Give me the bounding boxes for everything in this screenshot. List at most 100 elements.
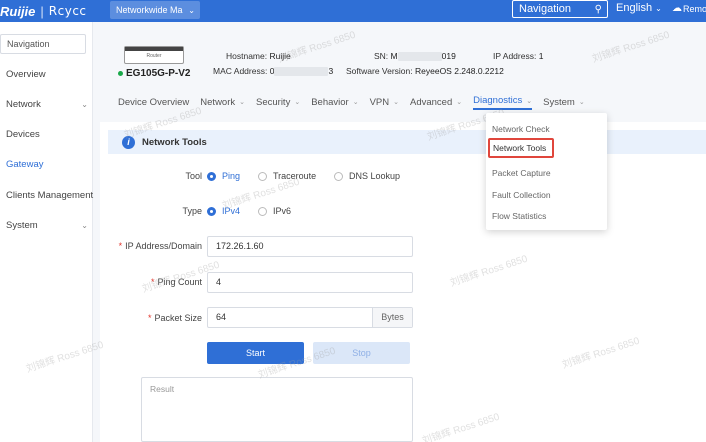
sidebar-item-network[interactable]: Network ⌄ bbox=[6, 99, 88, 110]
radio-circle bbox=[207, 171, 216, 181]
chevron-down-icon: ⌄ bbox=[239, 99, 245, 106]
sidebar-item-gateway[interactable]: Gateway bbox=[6, 159, 88, 170]
start-button[interactable]: Start bbox=[207, 342, 304, 364]
ping-count-input[interactable]: 4 bbox=[207, 272, 413, 293]
tab-label: System bbox=[543, 96, 575, 108]
chevron-down-icon: ⌄ bbox=[294, 99, 301, 106]
required-mark: * bbox=[147, 313, 152, 323]
remote-link[interactable]: ☁ Remot bbox=[672, 3, 706, 14]
navigation-search[interactable]: Navigation ⚲ bbox=[512, 0, 608, 18]
navigation-search-label: Navigation bbox=[519, 3, 571, 15]
tab-device-overview[interactable]: Device Overview bbox=[118, 94, 189, 110]
sidebar-item-devices[interactable]: Devices bbox=[6, 129, 88, 140]
stop-button[interactable]: Stop bbox=[313, 342, 410, 364]
software-label: Software Version: bbox=[346, 66, 413, 76]
ip-address-label: * IP Address/Domain bbox=[110, 241, 202, 251]
online-status-dot bbox=[118, 71, 123, 76]
top-bar: Ruijie | Rcycc Networkwide Ma ⌄ Navigati… bbox=[0, 0, 706, 22]
brand-logo[interactable]: Ruijie | Rcycc bbox=[0, 3, 87, 19]
sidebar-item-clients-management[interactable]: Clients Management bbox=[6, 190, 94, 201]
tab-label: Network bbox=[200, 96, 236, 108]
sidebar-item-label: Network bbox=[6, 99, 41, 110]
mac-label: MAC Address: bbox=[213, 66, 268, 76]
search-icon: ⚲ bbox=[594, 3, 602, 15]
radio-traceroute[interactable]: Traceroute bbox=[258, 171, 316, 181]
tab-behavior[interactable]: Behavior ⌄ bbox=[311, 94, 358, 110]
result-textarea[interactable]: Result bbox=[141, 377, 413, 442]
redacted-mac bbox=[274, 67, 329, 77]
required-mark: * bbox=[150, 277, 155, 287]
radio-circle bbox=[258, 171, 267, 181]
device-tabs: Device Overview Network ⌄ Security ⌄ Behav… bbox=[118, 94, 596, 110]
menu-item-network-tools[interactable]: Network Tools bbox=[488, 138, 555, 158]
tab-advanced[interactable]: Advanced ⌄ bbox=[410, 94, 462, 110]
device-model: EG105G-P-V2 bbox=[118, 68, 190, 79]
network-select-value: Networkwide Ma bbox=[116, 5, 183, 15]
radio-label: IPv4 bbox=[222, 206, 241, 216]
menu-item-packet-capture[interactable]: Packet Capture bbox=[492, 168, 551, 178]
radio-label: Traceroute bbox=[273, 171, 317, 181]
chevron-down-icon: ⌄ bbox=[526, 97, 533, 105]
mac-value-end: 3 bbox=[328, 66, 334, 76]
sidebar-item-label: Gateway bbox=[6, 159, 44, 170]
packet-size-value: 64 bbox=[216, 312, 227, 322]
chevron-down-icon: ⌄ bbox=[81, 221, 88, 230]
language-select[interactable]: English ⌄ bbox=[616, 2, 662, 14]
chevron-down-icon: ⌄ bbox=[352, 99, 359, 106]
panel-title: Network Tools bbox=[142, 136, 207, 148]
sidebar-item-system[interactable]: System ⌄ bbox=[6, 220, 88, 231]
sidebar-item-label: Overview bbox=[6, 69, 46, 80]
router-icon-label: Router bbox=[146, 53, 162, 59]
radio-circle bbox=[334, 171, 343, 181]
panel-header: i Network Tools bbox=[108, 130, 706, 154]
tab-label: Behavior bbox=[311, 96, 349, 108]
radio-ipv6[interactable]: IPv6 bbox=[258, 206, 291, 216]
redacted-sn bbox=[397, 52, 442, 62]
sidebar-search-input[interactable]: Navigation bbox=[0, 34, 86, 54]
hostname-label: Hostname: bbox=[226, 51, 268, 61]
tab-security[interactable]: Security ⌄ bbox=[256, 94, 300, 110]
tab-vpn[interactable]: VPN ⌄ bbox=[370, 94, 399, 110]
radio-dns-lookup[interactable]: DNS Lookup bbox=[334, 171, 400, 181]
sn-label: SN: bbox=[374, 51, 389, 61]
required-mark: * bbox=[118, 241, 123, 251]
chevron-down-icon: ⌄ bbox=[188, 5, 195, 15]
radio-label: Ping bbox=[222, 171, 241, 181]
remote-label: Remot bbox=[683, 3, 706, 14]
chevron-down-icon: ⌄ bbox=[393, 99, 399, 106]
software-info: Software Version: ReyeeOS 2.248.0.2212 bbox=[346, 66, 504, 76]
tab-system[interactable]: System ⌄ bbox=[543, 94, 585, 110]
diagnostics-dropdown: Network Check Network Tools Packet Captu… bbox=[486, 113, 607, 230]
network-select[interactable]: Networkwide Ma ⌄ bbox=[110, 1, 200, 19]
tab-label: Security bbox=[256, 96, 291, 108]
radio-ipv4[interactable]: IPv4 bbox=[207, 206, 240, 216]
sidebar: Navigation Overview Network ⌄ Devices Ga… bbox=[0, 22, 93, 442]
menu-item-fault-collection[interactable]: Fault Collection bbox=[492, 190, 551, 200]
packet-size-label-text: Packet Size bbox=[154, 313, 202, 323]
tool-label: Tool bbox=[185, 171, 202, 181]
ping-count-label: * Ping Count bbox=[130, 277, 202, 287]
tab-label: VPN bbox=[369, 96, 390, 108]
radio-ping[interactable]: Ping bbox=[207, 171, 240, 181]
sidebar-item-overview[interactable]: Overview bbox=[6, 69, 88, 80]
sn-value-end: 019 bbox=[441, 51, 456, 61]
menu-item-flow-statistics[interactable]: Flow Statistics bbox=[492, 211, 546, 221]
language-label: English bbox=[616, 2, 653, 14]
mac-info: MAC Address: 03 bbox=[213, 66, 334, 77]
sidebar-item-label: Clients Management bbox=[6, 190, 94, 201]
router-icon-bar bbox=[125, 47, 183, 51]
product-name: Rcycc bbox=[48, 4, 87, 18]
info-icon: i bbox=[122, 135, 135, 149]
sn-info: SN: M 019 bbox=[374, 51, 456, 62]
ip-info: IP Address: 1 bbox=[493, 51, 543, 61]
tab-network[interactable]: Network ⌄ bbox=[200, 94, 245, 110]
tab-label: Advanced bbox=[410, 96, 453, 108]
menu-item-network-check[interactable]: Network Check bbox=[492, 124, 550, 134]
packet-size-input[interactable]: 64 Bytes bbox=[207, 307, 413, 328]
ip-address-label-text: IP Address/Domain bbox=[125, 241, 202, 251]
tab-diagnostics[interactable]: Diagnostics ⌄ bbox=[473, 94, 533, 110]
ip-address-input[interactable]: 172.26.1.60 bbox=[207, 236, 413, 257]
ip-value: 1 bbox=[538, 51, 544, 61]
sn-value-start: M bbox=[390, 51, 398, 61]
sidebar-item-label: System bbox=[6, 220, 38, 231]
